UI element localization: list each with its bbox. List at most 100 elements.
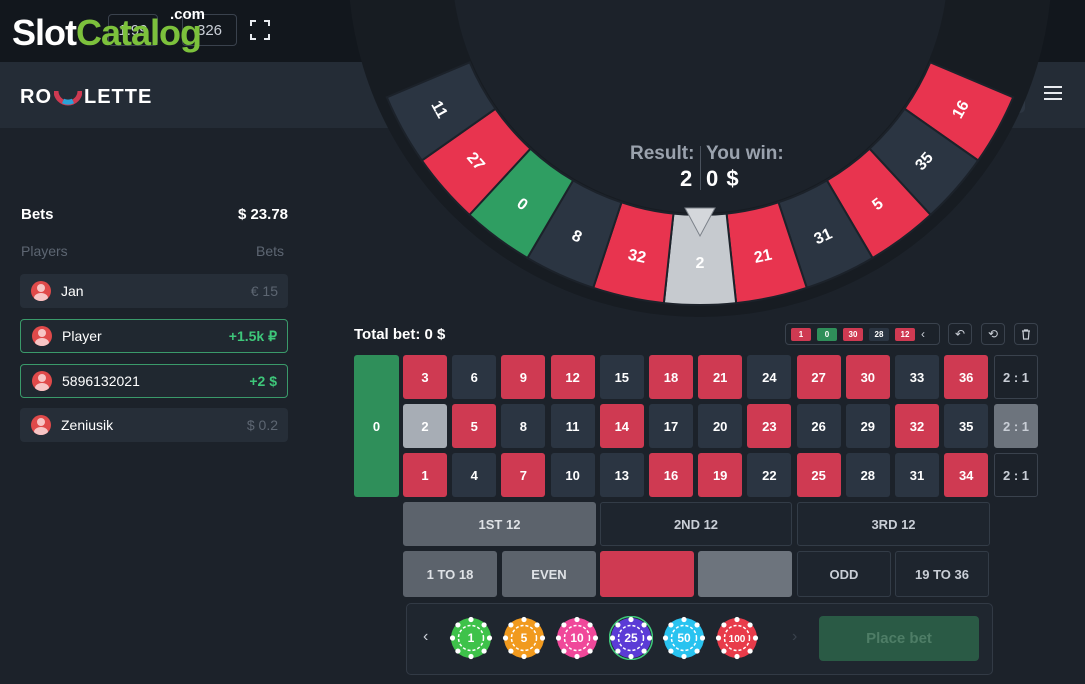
how-to-play-label: How to play? — [700, 87, 794, 105]
expand-button[interactable] — [993, 79, 1025, 113]
number-cell[interactable]: 29 — [845, 404, 890, 448]
wheel-number: 32 — [626, 247, 647, 267]
column-bet-cell[interactable]: 2 : 1 — [994, 355, 1038, 399]
players-header: Players — [21, 243, 68, 259]
wheel-pocket — [662, 212, 738, 306]
number-cell[interactable]: 4 — [452, 453, 497, 497]
logo-left: RO — [20, 86, 52, 108]
number-cell[interactable]: 27 — [796, 355, 841, 399]
undo-button[interactable]: ↶ — [948, 323, 972, 345]
number-cell[interactable]: 31 — [895, 453, 939, 497]
number-cell[interactable]: 2 — [403, 404, 447, 448]
balance-value: 1 000 000 — [853, 87, 920, 105]
info-icon: ! — [677, 89, 692, 103]
number-cell[interactable]: 3 — [403, 355, 447, 399]
avatar-icon — [31, 281, 51, 301]
number-cell[interactable]: 17 — [649, 404, 693, 448]
dozen-bet-cell[interactable]: 3RD 12 — [797, 502, 990, 546]
number-cell[interactable]: 35 — [944, 404, 989, 448]
history-number: 30 — [843, 327, 863, 341]
number-cell[interactable]: 30 — [845, 355, 890, 399]
chips-next-icon[interactable]: › — [792, 628, 797, 646]
column-bet-cell[interactable]: 2 : 1 — [994, 404, 1038, 448]
zero-cell[interactable]: 0 — [354, 355, 399, 497]
number-cell[interactable]: 5 — [452, 404, 497, 448]
dozen-bet-cell[interactable]: 1ST 12 — [403, 502, 596, 546]
chip-25[interactable]: 25 — [609, 616, 653, 660]
result-divider — [700, 146, 701, 190]
player-name: Player — [62, 328, 102, 344]
result-number: 2 — [680, 166, 694, 191]
expand-icon — [1002, 89, 1016, 103]
player-row: 5896132021 +2 $ — [20, 364, 288, 398]
place-bet-button[interactable]: Place bet — [819, 616, 979, 661]
number-cell[interactable]: 22 — [747, 453, 792, 497]
number-cell[interactable]: 34 — [944, 453, 989, 497]
header-bar: RO LETTE ! How to play? 1 000 000 $ — [0, 62, 1085, 128]
chip-1[interactable]: 1 — [449, 616, 493, 660]
number-cell[interactable]: 20 — [698, 404, 743, 448]
number-cell[interactable]: 28 — [845, 453, 890, 497]
outside-bet-cell[interactable]: ODD — [797, 551, 891, 597]
logo-right: LETTE — [84, 86, 153, 108]
avatar-icon — [32, 326, 52, 346]
chip-value: 50 — [677, 631, 691, 645]
fullscreen-icon[interactable] — [250, 20, 270, 40]
number-cell[interactable]: 23 — [747, 404, 792, 448]
wheel-number: 2 — [696, 255, 705, 272]
number-cell[interactable]: 14 — [599, 404, 644, 448]
outside-bet-cell[interactable]: 19 TO 36 — [895, 551, 989, 597]
wheel-number: 31 — [812, 225, 835, 248]
number-cell[interactable]: 15 — [599, 355, 644, 399]
number-cell[interactable]: 11 — [550, 404, 595, 448]
number-cell[interactable]: 10 — [550, 453, 595, 497]
number-cell[interactable]: 18 — [649, 355, 693, 399]
game-logo: RO LETTE — [20, 86, 152, 109]
wheel-pocket — [777, 179, 874, 290]
number-cell[interactable]: 6 — [452, 355, 497, 399]
number-cell[interactable]: 13 — [599, 453, 644, 497]
number-cell[interactable]: 21 — [698, 355, 743, 399]
number-cell[interactable]: 32 — [895, 404, 939, 448]
avatar-icon — [31, 415, 51, 435]
dozen-bet-cell[interactable]: 2ND 12 — [600, 502, 792, 546]
dollar-coin-icon: $ — [932, 87, 951, 105]
number-cell[interactable]: 16 — [649, 453, 693, 497]
black-bet-cell[interactable] — [698, 551, 792, 597]
you-win-label: You win: — [706, 143, 784, 164]
clear-bets-button[interactable] — [1014, 323, 1038, 345]
number-cell[interactable]: 25 — [796, 453, 841, 497]
history-number: 12 — [895, 327, 915, 341]
how-to-play-button[interactable]: ! How to play? — [661, 79, 810, 113]
chips-prev-icon[interactable]: ‹ — [423, 628, 428, 646]
total-bet: Total bet: 0 $ — [354, 326, 446, 343]
number-cell[interactable]: 12 — [550, 355, 595, 399]
number-cell[interactable]: 36 — [944, 355, 989, 399]
number-cell[interactable]: 19 — [698, 453, 743, 497]
number-cell[interactable]: 1 — [403, 453, 447, 497]
repeat-button[interactable]: ⟲ — [981, 323, 1005, 345]
number-cell[interactable]: 33 — [895, 355, 939, 399]
history-chevron-icon[interactable]: ‹ — [921, 327, 925, 341]
number-cell[interactable]: 7 — [501, 453, 546, 497]
red-bet-cell[interactable] — [600, 551, 694, 597]
outside-bet-cell[interactable]: EVEN — [502, 551, 596, 597]
number-cell[interactable]: 24 — [747, 355, 792, 399]
number-cell[interactable]: 8 — [501, 404, 546, 448]
balance-display: 1 000 000 $ — [827, 79, 977, 113]
chip-5[interactable]: 5 — [502, 616, 546, 660]
chip-50[interactable]: 50 — [662, 616, 706, 660]
wheel-number: 5 — [869, 195, 886, 214]
history-number: 28 — [869, 327, 889, 341]
number-cell[interactable]: 9 — [501, 355, 546, 399]
outside-bet-cell[interactable]: 1 TO 18 — [403, 551, 497, 597]
hamburger-menu-icon[interactable] — [1044, 86, 1062, 104]
chip-10[interactable]: 10 — [555, 616, 599, 660]
player-row: Zeniusik $ 0.2 — [20, 408, 288, 442]
wheel-number: 21 — [753, 247, 774, 267]
chip-100[interactable]: 100 — [715, 616, 759, 660]
number-cell[interactable]: 26 — [796, 404, 841, 448]
player-row: Jan € 15 — [20, 274, 288, 308]
column-bet-cell[interactable]: 2 : 1 — [994, 453, 1038, 497]
watermark-part1: Slot — [12, 12, 77, 53]
